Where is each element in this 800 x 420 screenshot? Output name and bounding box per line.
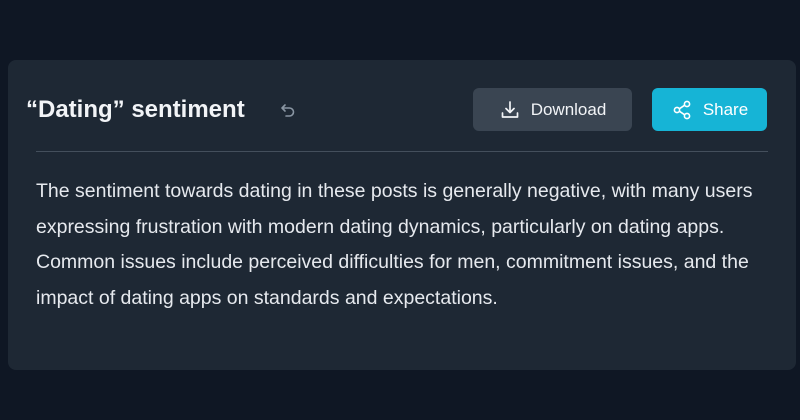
download-button[interactable]: Download bbox=[473, 88, 632, 131]
share-button-label: Share bbox=[702, 99, 749, 119]
download-icon bbox=[499, 99, 521, 121]
card-header: “Dating” sentiment Download Share bbox=[8, 60, 796, 152]
share-icon bbox=[671, 99, 693, 121]
sentiment-card: “Dating” sentiment Download Share The se… bbox=[8, 60, 796, 370]
undo-icon[interactable] bbox=[278, 100, 298, 120]
sentiment-summary: The sentiment towards dating in these po… bbox=[36, 180, 753, 309]
download-button-label: Download bbox=[530, 99, 607, 119]
share-button[interactable]: Share bbox=[652, 88, 767, 131]
sentiment-title: “Dating” sentiment bbox=[26, 96, 245, 123]
header-divider bbox=[36, 151, 768, 152]
